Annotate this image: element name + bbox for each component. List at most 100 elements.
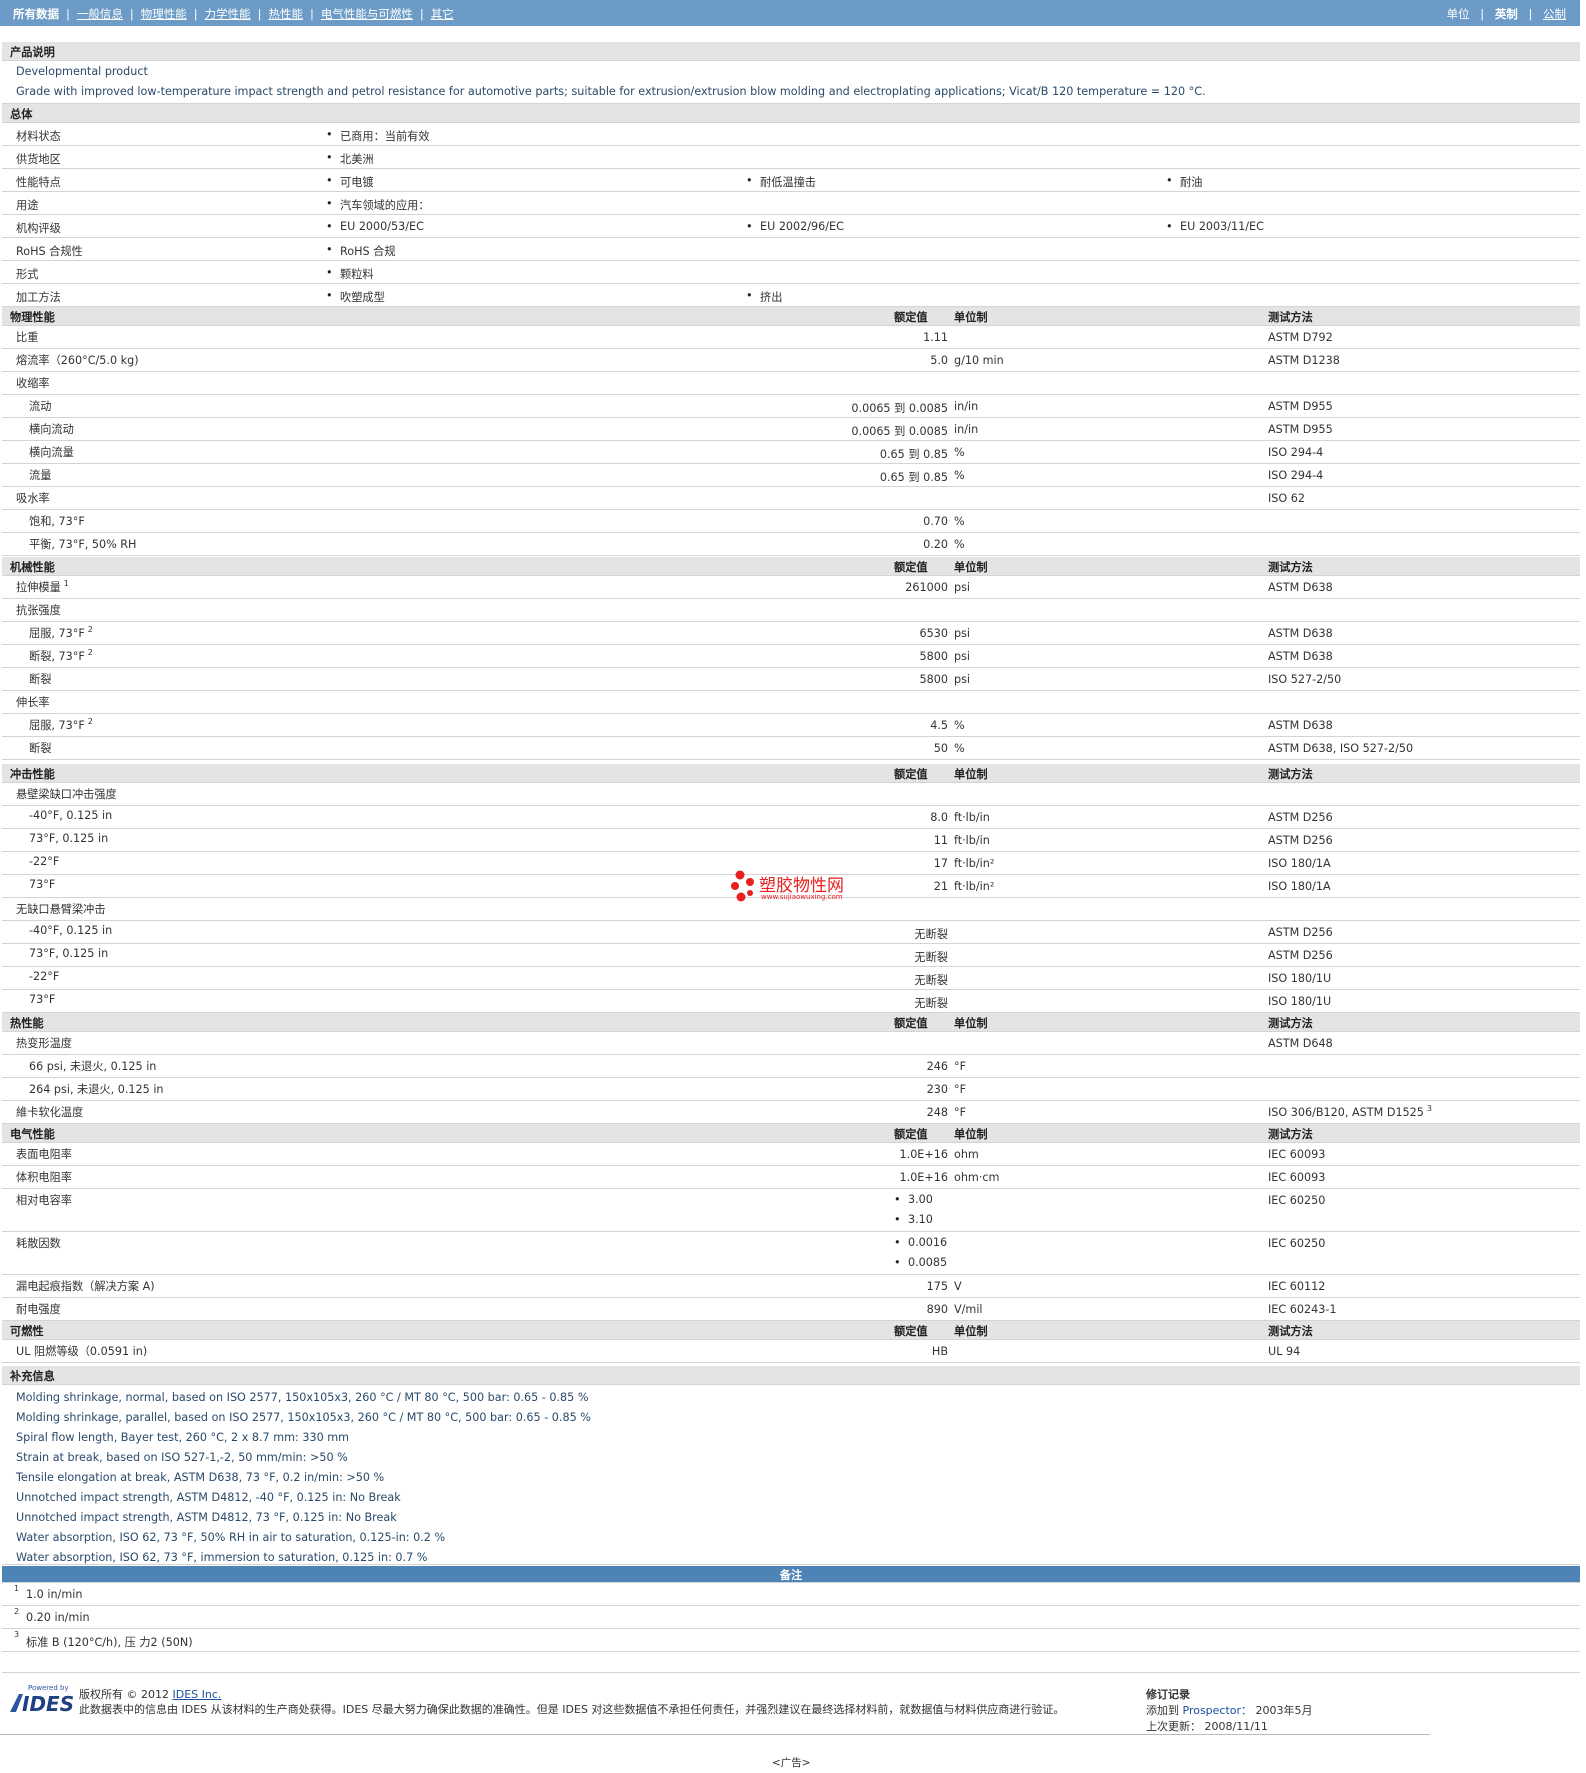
property-row: 流量 0.65 到 0.85% ISO 294-4	[2, 464, 1580, 487]
nav-tab[interactable]: 力学性能	[205, 7, 251, 21]
section-title: 补充信息	[10, 1370, 55, 1383]
column-header-nominal: 额定值	[894, 1325, 928, 1338]
ides-link[interactable]: IDES Inc.	[173, 1688, 222, 1701]
property-value: 5800	[919, 650, 948, 663]
nav-tab[interactable]: 电气性能与可燃性	[321, 7, 413, 21]
property-row: 伸长率	[2, 691, 1580, 714]
general-row: RoHS 合规性 RoHS 合规	[2, 238, 1580, 261]
property-value: 3.10	[894, 1213, 933, 1226]
property-label: 材料状态	[16, 130, 61, 143]
property-row: 横向流动 0.0065 到 0.0085 in/in ASTM D955	[2, 418, 1580, 441]
property-row: 比重 1.11 ASTM D792	[2, 326, 1580, 349]
property-unit: ft·lb/in²	[954, 880, 995, 893]
test-method: ASTM D955	[1268, 400, 1333, 413]
test-method: ASTM D1238	[1268, 354, 1340, 367]
column-header-unit: 单位制	[954, 561, 988, 574]
property-label: 收缩率	[16, 377, 50, 390]
property-value: EU 2002/96/EC	[746, 220, 844, 233]
test-method: ASTM D256	[1268, 834, 1333, 847]
test-method: ASTM D955	[1268, 423, 1333, 436]
test-method: IEC 60250	[1268, 1237, 1326, 1250]
general-row: 材料状态 已商用：当前有效	[2, 123, 1580, 146]
nav-separator: |	[310, 7, 314, 21]
added-date: 2003年5月	[1255, 1704, 1313, 1717]
property-row: 收缩率	[2, 372, 1580, 395]
section-title: 物理性能	[10, 311, 55, 324]
units-imperial-link[interactable]: 英制	[1495, 7, 1518, 21]
property-label: 形式	[16, 268, 39, 281]
test-method: ISO 180/1U	[1268, 995, 1332, 1008]
property-value: 3.00	[894, 1193, 933, 1206]
column-header-method: 测试方法	[1268, 311, 1313, 324]
test-method: ASTM D638	[1268, 719, 1333, 732]
property-value: 0.0065 到 0.0085	[851, 402, 948, 415]
nav-tab[interactable]: 热性能	[269, 7, 304, 21]
property-value: 1.0E+16	[899, 1171, 948, 1184]
property-value: 261000	[905, 581, 948, 594]
property-value: 0.65 到 0.85	[879, 471, 948, 484]
property-unit: ft·lb/in	[954, 811, 990, 824]
property-row: UL 阻燃等级（0.0591 in) HB UL 94	[2, 1340, 1580, 1363]
section-nav: 所有数据 | 一般信息 | 物理性能 | 力学性能 | 热性能 | 电气性能与可燃性 | 其它	[13, 6, 454, 22]
prospector-link[interactable]: Prospector：	[1183, 1704, 1253, 1717]
column-header-unit: 单位制	[954, 1017, 988, 1030]
nav-tab[interactable]: 一般信息	[77, 7, 123, 21]
units-metric-link[interactable]: 公制	[1543, 7, 1566, 21]
property-row: 饱和, 73°F 0.70%	[2, 510, 1580, 533]
property-unit: psi	[954, 581, 971, 594]
column-header-unit: 单位制	[954, 1325, 988, 1338]
property-value: 挤出	[746, 289, 783, 305]
watermark-dots-icon	[731, 870, 754, 902]
property-row: 73°F, 0.125 in 11 ft·lb/in ASTM D256	[2, 829, 1580, 852]
property-value: 耐低温撞击	[746, 174, 816, 190]
column-header-nominal: 额定值	[894, 768, 928, 781]
section-title: 产品说明	[10, 46, 55, 59]
property-value: 4.5	[930, 719, 948, 732]
notes-header: 备注	[2, 1566, 1580, 1583]
supplement-block: Molding shrinkage, normal, based on ISO …	[2, 1385, 1580, 1565]
supplement-line: Molding shrinkage, normal, based on ISO …	[16, 1391, 589, 1404]
section-header-general: 总体	[2, 104, 1580, 123]
property-value: 1.11	[923, 331, 948, 344]
property-row: 流动 0.0065 到 0.0085 in/in ASTM D955	[2, 395, 1580, 418]
test-method: ASTM D648	[1268, 1037, 1333, 1050]
nav-tab[interactable]: 物理性能	[141, 7, 187, 21]
test-method: IEC 60093	[1268, 1171, 1326, 1184]
note-text: 1.0 in/min	[26, 1588, 83, 1601]
nav-tab[interactable]: 其它	[431, 7, 454, 21]
property-unit: %	[954, 538, 965, 551]
property-value: 175	[926, 1280, 948, 1293]
last-updated: 上次更新： 2008/11/11	[1146, 1718, 1268, 1734]
property-row: 断裂 5800 psi ISO 527-2/50	[2, 668, 1580, 691]
property-value: 248	[926, 1106, 948, 1119]
property-value: EU 2000/53/EC	[326, 220, 424, 233]
logo-powered-by: Powered by	[28, 1684, 69, 1692]
property-row: 66 psi, 未退火, 0.125 in 246 °F	[2, 1055, 1580, 1078]
general-row: 加工方法 吹塑成型 挤出	[2, 284, 1580, 307]
description-line: Developmental product	[16, 65, 148, 78]
section-header-mechanical: 机械性能 额定值 单位制 测试方法	[2, 557, 1580, 576]
property-label: 机构评级	[16, 222, 61, 235]
property-unit: in/in	[954, 400, 979, 413]
property-row: 耐电强度 890 V/mil IEC 60243-1	[2, 1298, 1580, 1321]
property-label: 热变形温度	[16, 1037, 72, 1050]
section-header-flammability: 可燃性 额定值 单位制 测试方法	[2, 1321, 1580, 1340]
disclaimer: 此数据表中的信息由 IDES 从该材料的生产商处获得。IDES 尽最大努力确保此…	[79, 1703, 1065, 1716]
property-value: 0.70	[923, 515, 948, 528]
test-method: ISO 294-4	[1268, 446, 1324, 459]
test-method: ISO 527-2/50	[1268, 673, 1342, 686]
property-value: 耐油	[1166, 174, 1203, 190]
property-value: 0.0065 到 0.0085	[851, 425, 948, 438]
note-text: 标准 B (120°C/h), 压 力2 (50N)	[26, 1636, 193, 1649]
property-value: 5800	[919, 673, 948, 686]
property-value: 已商用：当前有效	[326, 128, 429, 144]
notes-spacer	[2, 1652, 1580, 1673]
test-method: ISO 62	[1268, 492, 1305, 505]
test-method: ISO 180/1U	[1268, 972, 1332, 985]
note-row: 2 0.20 in/min	[2, 1606, 1580, 1629]
property-unit: %	[954, 742, 965, 755]
property-row: 抗张强度	[2, 599, 1580, 622]
property-row: 264 psi, 未退火, 0.125 in 230 °F	[2, 1078, 1580, 1101]
property-row: 熔流率（260°C/5.0 kg) 5.0 g/10 min ASTM D1238	[2, 349, 1580, 372]
nav-tab[interactable]: 所有数据	[13, 7, 59, 21]
